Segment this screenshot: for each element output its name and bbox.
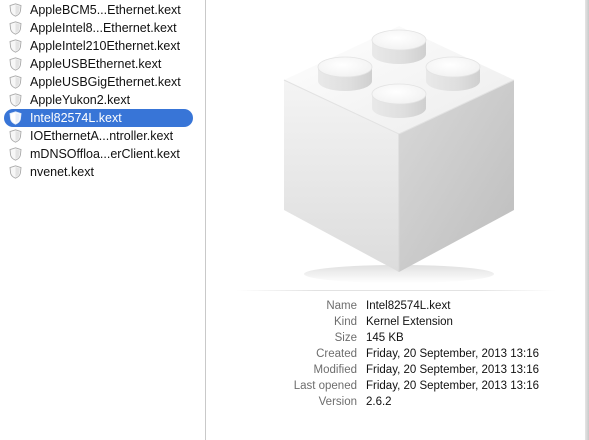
info-label: Last opened <box>293 380 357 392</box>
kext-shield-icon <box>9 39 22 53</box>
info-value: Kernel Extension <box>366 316 453 328</box>
kext-shield-icon <box>9 129 22 143</box>
info-label: Created <box>316 348 357 360</box>
list-item-label: AppleUSBGigEthernet.kext <box>30 75 181 89</box>
list-item[interactable]: AppleUSBEthernet.kext <box>0 55 205 73</box>
info-row-kind: Kind Kernel Extension <box>206 314 589 330</box>
info-row-modified: Modified Friday, 20 September, 2013 13:1… <box>206 362 589 378</box>
kext-shield-icon <box>9 75 22 89</box>
kext-shield-icon <box>9 3 22 17</box>
info-value: 145 KB <box>366 332 404 344</box>
kext-shield-icon <box>9 111 22 125</box>
list-item[interactable]: AppleUSBGigEthernet.kext <box>0 73 205 91</box>
kext-shield-icon <box>9 21 22 35</box>
info-label: Version <box>318 396 357 408</box>
list-item[interactable]: IOEthernetA...ntroller.kext <box>0 127 205 145</box>
list-item-label: AppleBCM5...Ethernet.kext <box>30 3 181 17</box>
info-label: Name <box>326 300 357 312</box>
finder-column-view: AppleBCM5...Ethernet.kext AppleIntel8...… <box>0 0 589 440</box>
file-list-column[interactable]: AppleBCM5...Ethernet.kext AppleIntel8...… <box>0 0 205 440</box>
list-item-label: AppleYukon2.kext <box>30 93 131 107</box>
list-item-label: AppleIntel8...Ethernet.kext <box>30 21 177 35</box>
info-row-name: Name Intel82574L.kext <box>206 298 589 314</box>
list-item-label: mDNSOffloa...erClient.kext <box>30 147 180 161</box>
list-item[interactable]: nvenet.kext <box>0 163 205 181</box>
preview-separator <box>236 290 556 291</box>
list-item-label: IOEthernetA...ntroller.kext <box>30 129 174 143</box>
info-row-created: Created Friday, 20 September, 2013 13:16 <box>206 346 589 362</box>
kext-shield-icon <box>9 165 22 179</box>
info-value: Friday, 20 September, 2013 13:16 <box>366 380 540 392</box>
list-item-label: AppleIntel210Ethernet.kext <box>30 39 181 53</box>
list-item-label: Intel82574L.kext <box>30 111 122 125</box>
window-edge <box>585 0 589 440</box>
list-item[interactable]: mDNSOffloa...erClient.kext <box>0 145 205 163</box>
info-label: Kind <box>333 316 357 328</box>
list-item[interactable]: AppleYukon2.kext <box>0 91 205 109</box>
info-value: Friday, 20 September, 2013 13:16 <box>366 364 540 376</box>
info-label: Size <box>334 332 357 344</box>
info-row-last-opened: Last opened Friday, 20 September, 2013 1… <box>206 378 589 394</box>
list-item-label: nvenet.kext <box>30 165 94 179</box>
info-value: 2.6.2 <box>366 396 392 408</box>
list-item[interactable]: AppleIntel210Ethernet.kext <box>0 37 205 55</box>
info-value: Friday, 20 September, 2013 13:16 <box>366 348 540 360</box>
file-list: AppleBCM5...Ethernet.kext AppleIntel8...… <box>0 1 205 181</box>
list-item[interactable]: AppleIntel8...Ethernet.kext <box>0 19 205 37</box>
preview-column: Name Intel82574L.kext Kind Kernel Extens… <box>206 0 589 440</box>
kext-shield-icon <box>9 57 22 71</box>
kext-shield-icon <box>9 93 22 107</box>
info-row-size: Size 145 KB <box>206 330 589 346</box>
info-label: Modified <box>313 364 357 376</box>
file-info-panel: Name Intel82574L.kext Kind Kernel Extens… <box>206 298 589 410</box>
kext-shield-icon <box>9 147 22 161</box>
kernel-extension-lego-brick-icon <box>283 26 515 283</box>
list-item[interactable]: AppleBCM5...Ethernet.kext <box>0 1 205 19</box>
info-row-version: Version 2.6.2 <box>206 394 589 410</box>
list-item-label: AppleUSBEthernet.kext <box>30 57 162 71</box>
info-value: Intel82574L.kext <box>366 300 451 312</box>
list-item-selected[interactable]: Intel82574L.kext <box>0 109 205 127</box>
